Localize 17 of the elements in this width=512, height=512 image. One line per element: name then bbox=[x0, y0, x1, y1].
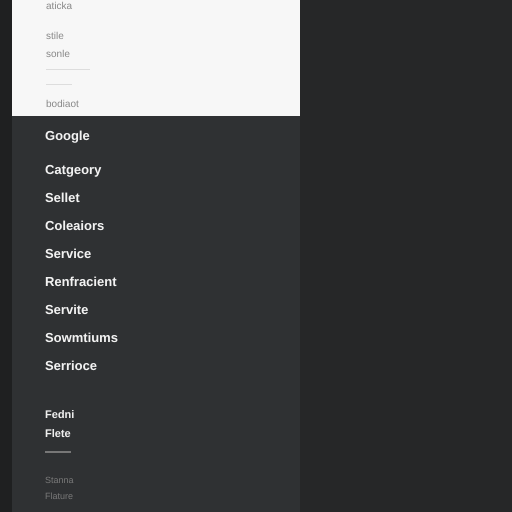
menu-item[interactable]: Serrioce bbox=[45, 358, 300, 386]
menu-item[interactable]: Sowmtiums bbox=[45, 330, 300, 358]
menu-item[interactable]: Renfracient bbox=[45, 274, 300, 302]
header-text: stile bbox=[46, 31, 65, 43]
header-text: sonle bbox=[46, 49, 71, 61]
menu-item[interactable]: Google bbox=[45, 128, 300, 162]
menu-item[interactable]: Coleaiors bbox=[45, 218, 300, 246]
footer-text: Flature bbox=[45, 491, 74, 503]
menu-item[interactable]: Catgeory bbox=[45, 162, 300, 190]
header-text: aticka bbox=[46, 1, 74, 13]
footer-text: Stanna bbox=[45, 475, 75, 487]
menu-item[interactable]: Fedni bbox=[45, 409, 300, 428]
menu-item[interactable]: Flete bbox=[45, 428, 300, 447]
menu-item[interactable]: Sellet bbox=[45, 190, 300, 218]
menu-item[interactable]: Service bbox=[45, 246, 300, 274]
menu-item[interactable]: Servite bbox=[45, 302, 300, 330]
header-footer-text: bodiaot bbox=[46, 99, 80, 111]
